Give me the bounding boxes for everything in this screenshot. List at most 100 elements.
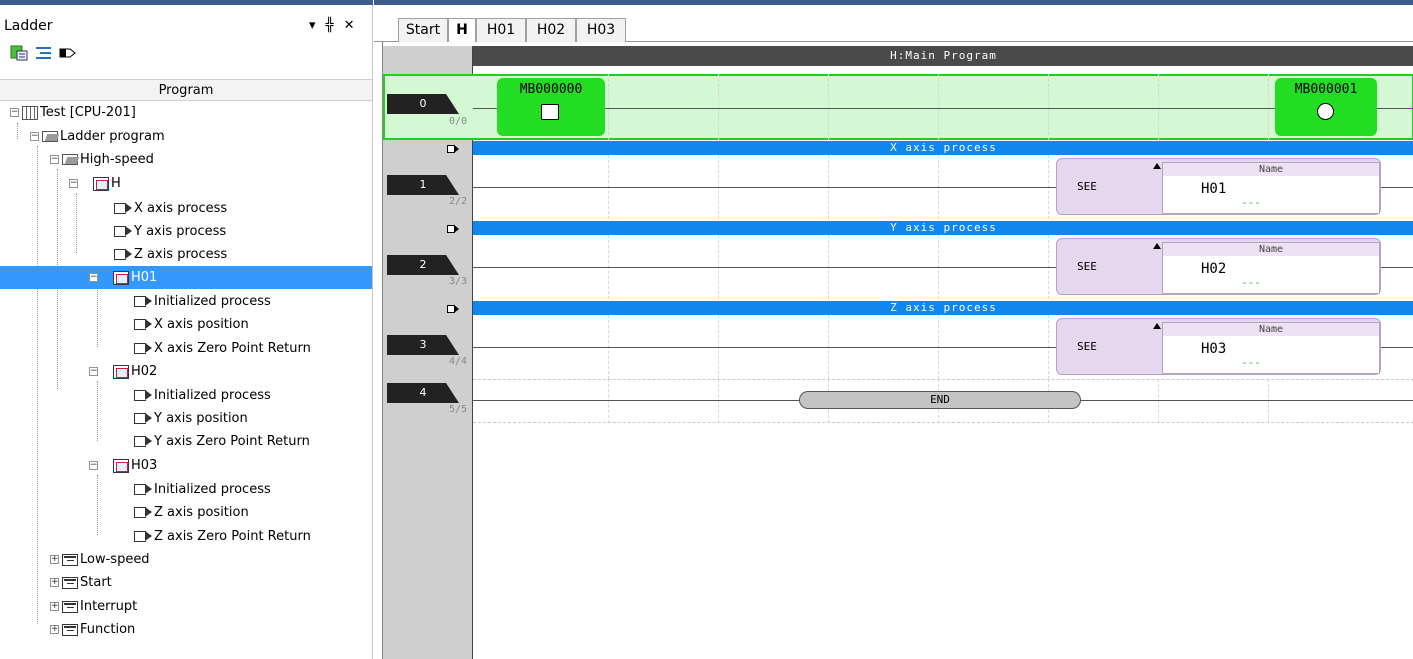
tree-item-h03[interactable]: − H03 xyxy=(89,454,157,477)
tree-item-z-axis-position[interactable]: Z axis position xyxy=(134,501,249,524)
see-name-header: Name xyxy=(1163,323,1379,336)
list-view-icon[interactable] xyxy=(34,44,54,62)
tree-item-label: Initialized process xyxy=(154,482,271,497)
tag-icon xyxy=(134,390,153,401)
collapse-icon[interactable]: − xyxy=(10,108,19,117)
tag-icon xyxy=(114,203,133,214)
section-bar-z-axis: Z axis process xyxy=(473,301,1413,315)
section-bar-y-axis: Y axis process xyxy=(473,221,1413,235)
tree-connector xyxy=(37,146,38,624)
tree-item-initialized-process[interactable]: Initialized process xyxy=(134,478,271,501)
tree-item-high-speed[interactable]: − High-speed xyxy=(50,148,154,171)
expand-arrow-icon[interactable] xyxy=(1153,163,1161,169)
tree-item-initialized-process[interactable]: Initialized process xyxy=(134,384,271,407)
tree-item-label: High-speed xyxy=(80,152,154,167)
tree-item-interrupt[interactable]: + Interrupt xyxy=(50,595,137,618)
see-program-name: H03 xyxy=(1201,341,1227,357)
tree-item-h01[interactable]: − H01 xyxy=(0,266,372,289)
see-block-h03[interactable]: SEE Name H03 --- xyxy=(1056,318,1381,375)
rung-count-2: 3/3 xyxy=(448,276,467,287)
cpu-icon xyxy=(22,105,38,120)
tree-item-label: H01 xyxy=(131,270,158,285)
section-tag-icon xyxy=(447,225,460,233)
grid-line xyxy=(1158,74,1159,140)
coil-value: --- xyxy=(1316,121,1336,134)
tree-item-x-axis-zero-point-return[interactable]: X axis Zero Point Return xyxy=(134,337,311,360)
tree-item-ladder-program[interactable]: − Ladder program xyxy=(30,125,165,148)
tree-connector xyxy=(97,287,98,347)
tab-h03[interactable]: H03 xyxy=(576,18,626,42)
tree-item-start[interactable]: + Start xyxy=(50,571,112,594)
see-name-header: Name xyxy=(1163,243,1379,256)
pane-title-bar: Ladder ▾ ╬ ✕ xyxy=(0,14,373,38)
expand-icon[interactable]: + xyxy=(50,602,59,611)
program-column-header: Program xyxy=(0,79,372,101)
tree-item-y-axis-position[interactable]: Y axis position xyxy=(134,407,248,430)
tree-item-initialized-process[interactable]: Initialized process xyxy=(134,290,271,313)
tree-item-label: Z axis Zero Point Return xyxy=(154,529,311,544)
tree-item-x-axis-position[interactable]: X axis position xyxy=(134,313,249,336)
tree-item-z-axis-zero-point-return[interactable]: Z axis Zero Point Return xyxy=(134,525,311,548)
expand-icon[interactable]: + xyxy=(50,625,59,634)
see-name-field[interactable]: Name H03 --- xyxy=(1162,322,1380,374)
expand-icon[interactable]: + xyxy=(50,578,59,587)
see-program-name: H01 xyxy=(1201,181,1227,197)
tree-item-x-axis-process[interactable]: X axis process xyxy=(114,197,227,220)
end-instruction[interactable]: END xyxy=(799,391,1081,409)
folder-open-icon xyxy=(42,131,58,142)
see-name-field[interactable]: Name H01 --- xyxy=(1162,162,1380,214)
tab-h02[interactable]: H02 xyxy=(526,18,576,42)
collapse-icon[interactable]: − xyxy=(30,132,39,141)
ladder-editor[interactable]: H:Main Program MB000000 --- MB000001 --- xyxy=(382,42,1413,659)
tree-item-test-cpu[interactable]: − Test [CPU-201] xyxy=(10,101,136,124)
grid-line xyxy=(1268,74,1269,140)
grid-line xyxy=(828,74,829,140)
tab-h[interactable]: H xyxy=(448,18,476,43)
tree-item-function[interactable]: + Function xyxy=(50,618,135,641)
group-icon xyxy=(62,553,78,566)
rung-3[interactable]: SEE Name H03 --- xyxy=(473,315,1413,379)
tree-item-h02[interactable]: − H02 xyxy=(89,360,157,383)
collapse-icon[interactable]: − xyxy=(89,461,98,470)
see-block-h02[interactable]: SEE Name H02 --- xyxy=(1056,238,1381,295)
contact-mb000000[interactable]: MB000000 --- xyxy=(497,78,605,136)
tree-item-h[interactable]: − H xyxy=(69,172,121,195)
rung-1[interactable]: SEE Name H01 --- xyxy=(473,155,1413,219)
expand-arrow-icon[interactable] xyxy=(1153,323,1161,329)
collapse-icon[interactable]: − xyxy=(50,155,59,164)
section-bar-x-axis: X axis process xyxy=(473,141,1413,155)
program-view-icon[interactable] xyxy=(10,44,30,62)
tree-item-label: Function xyxy=(80,622,136,637)
see-instruction-label: SEE xyxy=(1077,340,1097,353)
tree-item-label: Start xyxy=(80,575,112,590)
expand-icon[interactable]: + xyxy=(50,555,59,564)
coil-mb000001[interactable]: MB000001 --- xyxy=(1275,78,1377,136)
see-name-field[interactable]: Name H02 --- xyxy=(1162,242,1380,294)
tree-item-y-axis-process[interactable]: Y axis process xyxy=(114,220,226,243)
folder-open-icon xyxy=(62,154,78,165)
rung-4[interactable]: END xyxy=(473,379,1413,423)
collapse-icon[interactable]: − xyxy=(89,367,98,376)
tree-item-label: Y axis process xyxy=(134,224,227,239)
tab-start[interactable]: Start xyxy=(398,18,448,42)
coil-symbol-icon xyxy=(1317,103,1334,120)
tree-item-low-speed[interactable]: + Low-speed xyxy=(50,548,150,571)
tree-item-z-axis-process[interactable]: Z axis process xyxy=(114,243,227,266)
collapse-icon[interactable]: − xyxy=(89,273,98,282)
collapse-icon[interactable]: − xyxy=(69,179,78,188)
see-block-h01[interactable]: SEE Name H01 --- xyxy=(1056,158,1381,215)
group-icon xyxy=(62,576,78,589)
pane-top-border xyxy=(0,0,373,5)
pane-controls[interactable]: ▾ ╬ ✕ xyxy=(309,18,358,33)
tag-view-icon[interactable] xyxy=(58,44,78,62)
editor-top-border xyxy=(374,0,1413,5)
rung-2[interactable]: SEE Name H02 --- xyxy=(473,235,1413,299)
tag-icon xyxy=(114,226,133,237)
tree-item-y-axis-zero-point-return[interactable]: Y axis Zero Point Return xyxy=(134,430,310,453)
tree-item-label: Test [CPU-201] xyxy=(40,105,136,120)
grid-line xyxy=(938,74,939,140)
expand-arrow-icon[interactable] xyxy=(1153,243,1161,249)
pane-toolbar xyxy=(10,44,78,66)
see-value: --- xyxy=(1241,276,1261,289)
tab-h01[interactable]: H01 xyxy=(476,18,526,42)
